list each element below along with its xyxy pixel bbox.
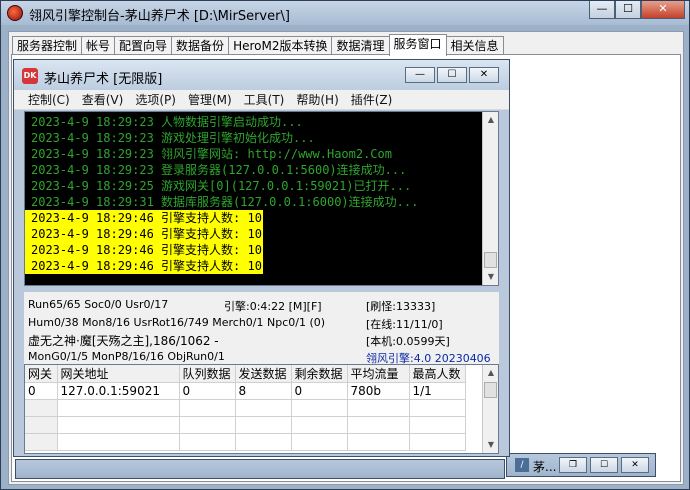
col-gateway-address[interactable]: 网关地址 xyxy=(57,365,180,383)
close-icon[interactable]: ✕ xyxy=(621,457,649,473)
background-window-strip xyxy=(15,459,505,479)
minimize-button[interactable]: — xyxy=(589,1,615,19)
restore-icon[interactable]: ❐ xyxy=(559,457,587,473)
cell-queue: 0 xyxy=(179,382,236,400)
minimized-window[interactable]: / 茅... ❐ ☐ ✕ xyxy=(506,453,656,477)
log-console[interactable]: 2023-4-9 18:29:23 人物数据引擎启动成功... 2023-4-9 … xyxy=(24,111,499,286)
menu-view[interactable]: 查看(V) xyxy=(82,90,124,109)
child-maximize-button[interactable]: ☐ xyxy=(437,67,467,83)
table-row-empty xyxy=(25,399,466,417)
log-line: 2023-4-9 18:29:46 引擎支持人数: 10 xyxy=(25,258,263,274)
table-row-empty xyxy=(25,416,466,434)
main-window: 翎风引擎控制台-茅山养尸术 [D:\MirServer\] — ☐ ✕ 服务器控… xyxy=(0,0,690,490)
scroll-down-icon[interactable]: ▼ xyxy=(483,269,498,285)
log-line: 2023-4-9 18:29:23 登录服务器(127.0.0.1:5600)连… xyxy=(31,163,407,177)
child-title-bar[interactable]: DK 茅山养尸术 [无限版] — ☐ ✕ xyxy=(14,60,509,90)
menu-help[interactable]: 帮助(H) xyxy=(296,90,338,109)
scroll-down-icon[interactable]: ▼ xyxy=(483,437,498,453)
table-header-row: 网关 网关地址 队列数据 发送数据 剩余数据 平均流量 最高人数 xyxy=(25,365,466,383)
cell-remaining: 0 xyxy=(291,382,348,400)
menu-tools[interactable]: 工具(T) xyxy=(244,90,285,109)
scroll-thumb[interactable] xyxy=(484,252,497,268)
mon-stat: MonG0/1/5 MonP8/16/16 ObjRun0/1 xyxy=(28,350,225,363)
cell-address: 127.0.0.1:59021 xyxy=(57,382,180,400)
caption-buttons: — ☐ ✕ xyxy=(589,1,685,19)
boss-info: 虚无之神·魔[天殇之主],186/1062 - xyxy=(28,334,219,348)
minimized-title: 茅... xyxy=(533,460,557,474)
tab-strip: 服务器控制 帐号 配置向导 数据备份 HeroM2版本转换 数据清理 服务窗口 … xyxy=(12,34,504,56)
maximize-icon[interactable]: ☐ xyxy=(590,457,618,473)
log-line: 2023-4-9 18:29:23 翎风引擎网站: http://www.Hao… xyxy=(31,147,392,161)
child-window-title: 茅山养尸术 [无限版] xyxy=(44,72,163,87)
title-bar[interactable]: 翎风引擎控制台-茅山养尸术 [D:\MirServer\] — ☐ ✕ xyxy=(1,1,689,25)
menu-manage[interactable]: 管理(M) xyxy=(188,90,232,109)
app-logo-icon xyxy=(7,5,23,21)
dk-logo-icon: DK xyxy=(22,68,38,84)
tab-server-control[interactable]: 服务器控制 xyxy=(12,36,83,55)
cell-gateway: 0 xyxy=(25,382,58,400)
hum-stat: Hum0/38 Mon8/16 UsrRot16/749 Merch0/1 Np… xyxy=(28,316,326,329)
close-button[interactable]: ✕ xyxy=(641,1,685,19)
table-row-empty xyxy=(25,433,466,451)
scroll-up-icon[interactable]: ▲ xyxy=(483,365,498,381)
menu-plugins[interactable]: 插件(Z) xyxy=(351,90,393,109)
online-count: [在线:11/11/0] xyxy=(366,318,443,331)
cell-traffic: 780b xyxy=(347,382,410,400)
child-window: DK 茅山养尸术 [无限版] — ☐ ✕ 控制(C) 查看(V) 选项(P) 管… xyxy=(13,59,510,457)
col-gateway[interactable]: 网关 xyxy=(25,365,58,383)
child-close-button[interactable]: ✕ xyxy=(469,67,499,83)
col-average-traffic[interactable]: 平均流量 xyxy=(347,365,410,383)
tab-data-cleanup[interactable]: 数据清理 xyxy=(331,36,390,55)
child-caption-buttons: — ☐ ✕ xyxy=(403,67,499,83)
status-panel: Run65/65 Soc0/0 Usr0/17 引擎:0:4:22 [M][F]… xyxy=(24,292,499,365)
log-lines: 2023-4-9 18:29:23 人物数据引擎启动成功... 2023-4-9 … xyxy=(25,114,419,274)
menu-control[interactable]: 控制(C) xyxy=(28,90,70,109)
col-sent-data[interactable]: 发送数据 xyxy=(235,365,292,383)
tab-data-backup[interactable]: 数据备份 xyxy=(171,36,230,55)
log-line: 2023-4-9 18:29:46 引擎支持人数: 10 xyxy=(25,226,263,242)
tab-config-wizard[interactable]: 配置向导 xyxy=(114,36,173,55)
col-queue-data[interactable]: 队列数据 xyxy=(179,365,236,383)
brush-count: [刷怪:13333] xyxy=(366,300,436,313)
log-scrollbar[interactable]: ▲ ▼ xyxy=(482,112,498,285)
menu-options[interactable]: 选项(P) xyxy=(135,90,176,109)
cell-sent: 8 xyxy=(235,382,292,400)
log-line: 2023-4-9 18:29:23 游戏处理引擎初始化成功... xyxy=(31,131,315,145)
child-minimize-button[interactable]: — xyxy=(405,67,435,83)
window-icon: / xyxy=(515,458,529,472)
table-scrollbar[interactable]: ▲ ▼ xyxy=(482,365,498,453)
col-max-players[interactable]: 最高人数 xyxy=(409,365,466,383)
tab-herom2-convert[interactable]: HeroM2版本转换 xyxy=(228,36,333,55)
window-title: 翎风引擎控制台-茅山养尸术 [D:\MirServer\] xyxy=(29,9,290,24)
scroll-up-icon[interactable]: ▲ xyxy=(483,112,498,128)
menu-bar: 控制(C) 查看(V) 选项(P) 管理(M) 工具(T) 帮助(H) 插件(Z… xyxy=(14,90,509,110)
maximize-button[interactable]: ☐ xyxy=(615,1,641,19)
log-line: 2023-4-9 18:29:25 游戏网关[0](127.0.0.1:5902… xyxy=(31,179,412,193)
scroll-thumb[interactable] xyxy=(484,382,497,398)
log-line: 2023-4-9 18:29:31 数据库服务器(127.0.0.1:6000)… xyxy=(31,195,419,209)
minimized-caption-buttons: ❐ ☐ ✕ xyxy=(556,457,649,473)
log-line: 2023-4-9 18:29:23 人物数据引擎启动成功... xyxy=(31,115,303,129)
log-line: 2023-4-9 18:29:46 引擎支持人数: 10 xyxy=(25,210,263,226)
gateway-table[interactable]: 网关 网关地址 队列数据 发送数据 剩余数据 平均流量 最高人数 0 127.0… xyxy=(24,364,499,454)
engine-time: 引擎:0:4:22 [M][F] xyxy=(224,300,322,313)
table-row[interactable]: 0 127.0.0.1:59021 0 8 0 780b 1/1 xyxy=(25,382,466,400)
tab-related-info[interactable]: 相关信息 xyxy=(445,36,504,55)
tab-account[interactable]: 帐号 xyxy=(81,36,116,55)
local-uptime: [本机:0.0599天] xyxy=(366,335,450,348)
col-remaining-data[interactable]: 剩余数据 xyxy=(291,365,348,383)
tab-service-window[interactable]: 服务窗口 xyxy=(388,34,447,56)
run-stat: Run65/65 Soc0/0 Usr0/17 xyxy=(28,298,169,311)
log-line: 2023-4-9 18:29:46 引擎支持人数: 10 xyxy=(25,242,263,258)
cell-max-players: 1/1 xyxy=(409,382,466,400)
